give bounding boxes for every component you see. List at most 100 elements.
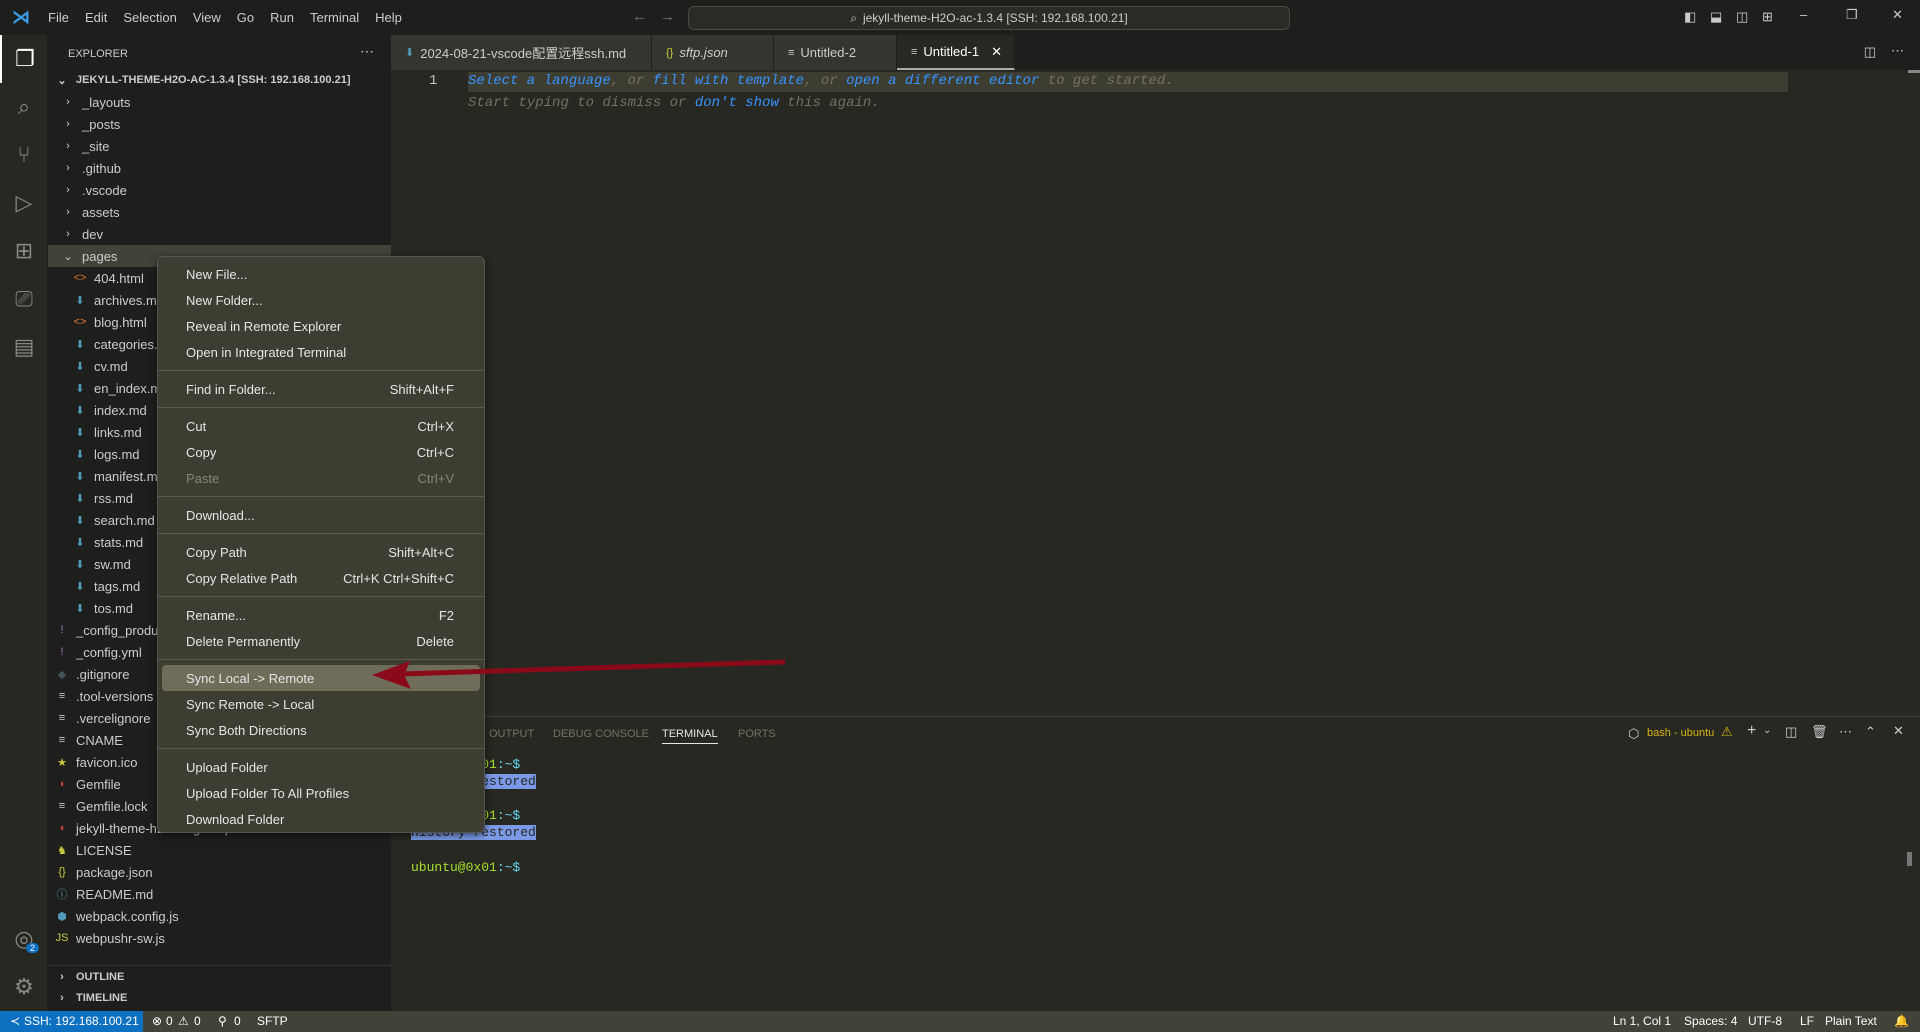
sftp-icon[interactable]: ▤ [0,323,48,371]
folder-item[interactable]: › .github [48,157,391,179]
split-terminal-icon[interactable]: ◫ [1785,724,1797,740]
more-actions-icon[interactable]: ⋯ [1839,724,1852,740]
tab-2024-08-21-vscode-ssh-md[interactable]: ⬇ 2024-08-21-vscode配置远程ssh.md [391,35,652,70]
search-icon[interactable]: ⌕ [0,83,48,131]
hint-link[interactable]: open a different editor [846,73,1039,89]
cursor-position[interactable]: Ln 1, Col 1 [1613,1014,1671,1028]
terminal-name[interactable]: bash - ubuntu [1647,727,1714,739]
menu-item-new-folder[interactable]: New Folder... [162,287,480,313]
close-panel-icon[interactable]: ✕ [1893,723,1904,739]
hint-link[interactable]: Select a language [468,73,611,89]
menu-item-cut[interactable]: Cut Ctrl+X [162,413,480,439]
toggle-sidebar-icon[interactable]: ◧ [1684,9,1696,25]
menu-help[interactable]: Help [367,10,410,25]
menu-item-upload-folder-to-all-profiles[interactable]: Upload Folder To All Profiles [162,780,480,806]
hint-text: this again. [778,95,880,111]
explorer-icon[interactable]: ❐ [0,35,48,83]
extensions-icon[interactable]: ⊞ [0,227,48,275]
folder-item[interactable]: › .vscode [48,179,391,201]
menu-item-find-in-folder[interactable]: Find in Folder... Shift+Alt+F [162,376,480,402]
panel-tab-output[interactable]: OUTPUT [489,728,534,740]
close-tab-icon[interactable]: ✕ [991,44,1002,60]
tab-untitled-2[interactable]: ≡ Untitled-2 [774,35,897,70]
bell-icon[interactable]: 🔔 [1894,1014,1909,1028]
panel-tab-terminal[interactable]: TERMINAL [662,728,718,744]
back-arrow-icon[interactable]: ← [632,8,647,25]
remote-indicator[interactable]: ≺ SSH: 192.168.100.21 [0,1011,143,1032]
menu-view[interactable]: View [185,10,229,25]
folder-item[interactable]: › _layouts [48,91,391,113]
menu-item-rename[interactable]: Rename... F2 [162,602,480,628]
editor[interactable]: 1 Select a language, or fill with templa… [391,70,1920,716]
settings-gear-icon[interactable]: ⚙ [0,963,48,1011]
tab-untitled-1[interactable]: ≡ Untitled-1 ✕ [897,35,1015,70]
toggle-secondary-sidebar-icon[interactable]: ◫ [1736,9,1748,25]
end-of-line[interactable]: LF [1800,1014,1814,1028]
menu-item-download-folder[interactable]: Download Folder [162,806,480,832]
menu-item-sync-remote-local[interactable]: Sync Remote -> Local [162,691,480,717]
menu-edit[interactable]: Edit [77,10,115,25]
chevron-down-icon[interactable]: ⌄ [1763,725,1771,736]
file-item[interactable]: ⓘ README.md [48,883,391,905]
terminal-scrollbar[interactable] [1907,852,1912,866]
minimize-button[interactable]: – [1800,7,1807,22]
menu-item-sync-local-remote[interactable]: Sync Local -> Remote [162,665,480,691]
encoding[interactable]: UTF-8 [1748,1014,1782,1028]
remote-explorer-icon[interactable]: ⎚ [0,275,48,323]
menu-item-new-file[interactable]: New File... [162,261,480,287]
indentation[interactable]: Spaces: 4 [1684,1014,1737,1028]
restore-button[interactable]: ❐ [1846,7,1858,23]
source-control-icon[interactable]: ⑂ [0,131,48,179]
close-window-button[interactable]: ✕ [1892,7,1903,23]
panel-tab-ports[interactable]: PORTS [738,728,776,740]
menu-item-reveal-in-remote-explorer[interactable]: Reveal in Remote Explorer [162,313,480,339]
toggle-panel-icon[interactable]: ⬓ [1710,9,1722,25]
file-item[interactable]: JS webpushr-sw.js [48,927,391,949]
menu-item-copy-relative-path[interactable]: Copy Relative Path Ctrl+K Ctrl+Shift+C [162,565,480,591]
warning-count[interactable]: 0 [194,1014,201,1028]
folder-item[interactable]: › _site [48,135,391,157]
menu-selection[interactable]: Selection [115,10,184,25]
outline-section[interactable]: › OUTLINE [48,965,391,987]
folder-item[interactable]: › dev [48,223,391,245]
menu-item-download[interactable]: Download... [162,502,480,528]
split-editor-icon[interactable]: ◫ [1864,44,1876,60]
hint-link[interactable]: fill with template [653,73,804,89]
timeline-section[interactable]: › TIMELINE [48,987,391,1009]
command-center-search[interactable]: ⌕ jekyll-theme-H2O-ac-1.3.4 [SSH: 192.168… [688,6,1290,30]
file-item[interactable]: ♞ LICENSE [48,839,391,861]
more-actions-icon[interactable]: ⋯ [1891,43,1904,59]
new-terminal-icon[interactable]: + [1747,722,1756,740]
panel-tab-debug-console[interactable]: DEBUG CONSOLE [553,728,649,740]
error-count[interactable]: 0 [166,1014,173,1028]
forward-arrow-icon[interactable]: → [660,8,675,25]
tab-sftp-json[interactable]: {} sftp.json [652,35,774,70]
folder-item[interactable]: › _posts [48,113,391,135]
scrollbar[interactable] [1908,70,1920,73]
account-icon[interactable]: ◎ 2 [0,915,48,963]
language-mode[interactable]: Plain Text [1825,1014,1877,1028]
customize-layout-icon[interactable]: ⊞ [1762,9,1773,25]
sftp-status[interactable]: SFTP [257,1014,288,1028]
menu-item-copy-path[interactable]: Copy Path Shift+Alt+C [162,539,480,565]
ports-count[interactable]: 0 [234,1014,241,1028]
status-bar: ≺ SSH: 192.168.100.21 ⊗ 0 ⚠ 0 ⚲ 0 SFTP Ln 1,… [0,1011,1920,1032]
folder-item[interactable]: › assets [48,201,391,223]
menu-file[interactable]: File [40,10,77,25]
run-debug-icon[interactable]: ▷ [0,179,48,227]
menu-go[interactable]: Go [229,10,262,25]
more-actions-icon[interactable]: ⋯ [360,43,374,60]
menu-item-copy[interactable]: Copy Ctrl+C [162,439,480,465]
file-item[interactable]: ⬢ webpack.config.js [48,905,391,927]
maximize-panel-icon[interactable]: ⌃ [1865,724,1876,740]
menu-item-sync-both-directions[interactable]: Sync Both Directions [162,717,480,743]
workspace-root[interactable]: ⌄ JEKYLL-THEME-H2O-AC-1.3.4 [SSH: 192.168… [48,69,391,91]
menu-terminal[interactable]: Terminal [302,10,367,25]
menu-item-upload-folder[interactable]: Upload Folder [162,754,480,780]
menu-run[interactable]: Run [262,10,302,25]
menu-item-delete-permanently[interactable]: Delete Permanently Delete [162,628,480,654]
trash-icon[interactable]: 🗑 [1811,724,1828,740]
hint-link[interactable]: don't show [695,95,779,111]
file-item[interactable]: {} package.json [48,861,391,883]
menu-item-open-in-integrated-terminal[interactable]: Open in Integrated Terminal [162,339,480,365]
